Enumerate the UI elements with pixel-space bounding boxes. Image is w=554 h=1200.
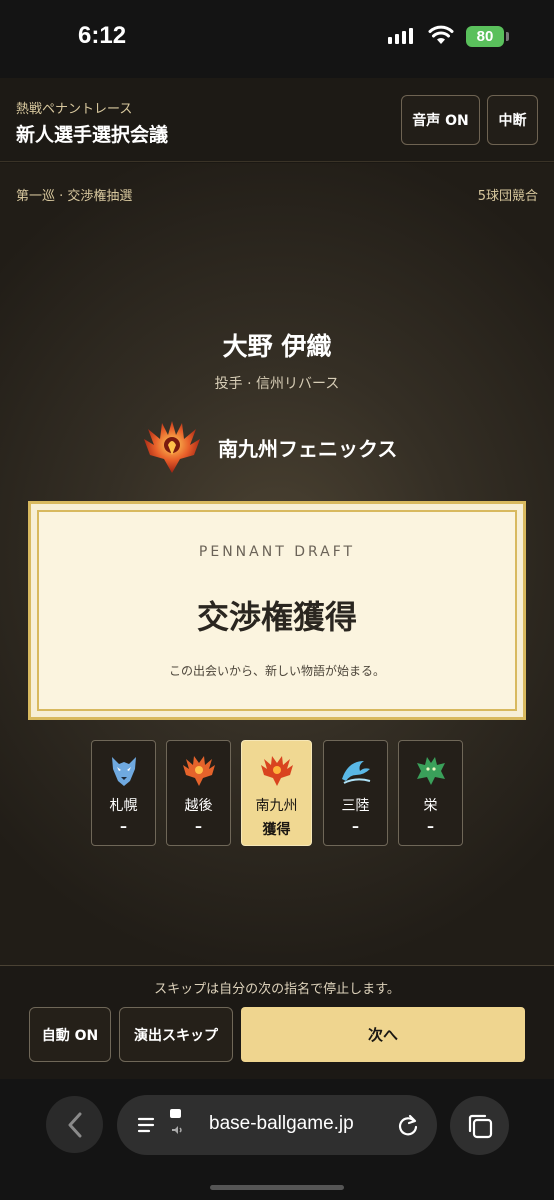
team-tile-sanriku: 三陸 – [323,740,388,846]
reload-icon[interactable] [397,1113,419,1137]
phoenix-icon [260,756,293,786]
home-indicator [210,1185,344,1190]
result-card: PENNANT DRAFT 交渉権獲得 この出会いから、新しい物語が始まる。 [28,501,526,720]
team-tile-sapporo: 札幌 – [91,740,156,846]
page-menu-icon [137,1117,155,1133]
team-tile-status: – [120,819,127,835]
team-tile-echigo: 越後 – [166,740,231,846]
draft-stage: 第一巡 · 交渉権抽選 5球団競合 大野 伊織 投手 · 信州リバース 南九州フ… [0,163,554,965]
round-label: 第一巡 · 交渉権抽選 [16,189,133,204]
competing-teams: 札幌 – 越後 – 南九州 獲得 三陸 – 栄 – [91,740,463,846]
header-subtitle: 熱戦ペナントレース [16,102,133,117]
card-headline: 交渉権獲得 [196,598,357,636]
team-tile-name: 札幌 [109,798,138,814]
chevron-left-icon [68,1112,81,1137]
wave-icon [341,761,370,784]
extension-icon [170,1109,182,1134]
phoenix-icon [182,756,215,786]
card-eyebrow: PENNANT DRAFT [198,544,356,560]
pause-button[interactable]: 中断 [487,95,538,145]
auto-toggle-button[interactable]: 自動 ON [29,1007,111,1062]
player-info: 投手 · 信州リバース [214,376,340,392]
skip-note: スキップは自分の次の指名で停止します。 [154,982,400,997]
card-caption: この出会いから、新しい物語が始まる。 [168,664,385,678]
team-tile-sakae: 栄 – [398,740,463,846]
player-name: 大野 伊織 [222,332,332,361]
tabs-icon [468,1114,492,1138]
url-text: base-ballgame.jp [209,1113,354,1134]
status-time: 6:12 [78,22,127,49]
compete-count-label: 5球団競合 [477,189,538,204]
team-tile-minamikyushu: 南九州 獲得 [241,740,312,846]
cellular-signal-icon [388,28,413,44]
result-card-inner: PENNANT DRAFT 交渉権獲得 この出会いから、新しい物語が始まる。 [37,510,517,711]
browser-back-button[interactable] [46,1096,103,1153]
battery-tip [506,32,509,41]
team-tile-name: 栄 [423,798,438,814]
tabs-button[interactable] [450,1096,509,1155]
page-title: 新人選手選択会議 [16,124,169,146]
skip-animation-button[interactable]: 演出スキップ [119,1007,233,1062]
status-bar: 6:12 80 [0,0,554,78]
team-tile-status: – [352,819,359,835]
winning-team: 南九州フェニックス [140,415,397,479]
team-tile-status: – [195,819,202,835]
team-tile-status: 獲得 [262,822,291,838]
battery-indicator: 80 [466,26,504,47]
team-tile-name: 越後 [184,798,213,814]
team-tile-status: – [427,819,434,835]
team-tile-name: 三陸 [341,798,370,814]
team-tile-name: 南九州 [255,798,298,814]
winning-team-name: 南九州フェニックス [218,436,398,461]
wifi-icon [428,25,454,44]
bottom-controls: スキップは自分の次の指名で停止します。 自動 ON 演出スキップ 次へ [0,965,554,1079]
dragon-icon [416,757,445,785]
browser-toolbar: base-ballgame.jp [0,1079,554,1200]
app-header: 熱戦ペナントレース 新人選手選択会議 音声 ON 中断 [0,78,554,162]
phoenix-emblem-icon [144,421,200,473]
address-bar[interactable]: base-ballgame.jp [117,1095,437,1155]
sound-toggle-button[interactable]: 音声 ON [401,95,480,145]
next-button[interactable]: 次へ [241,1007,525,1062]
wolf-icon [111,757,136,786]
